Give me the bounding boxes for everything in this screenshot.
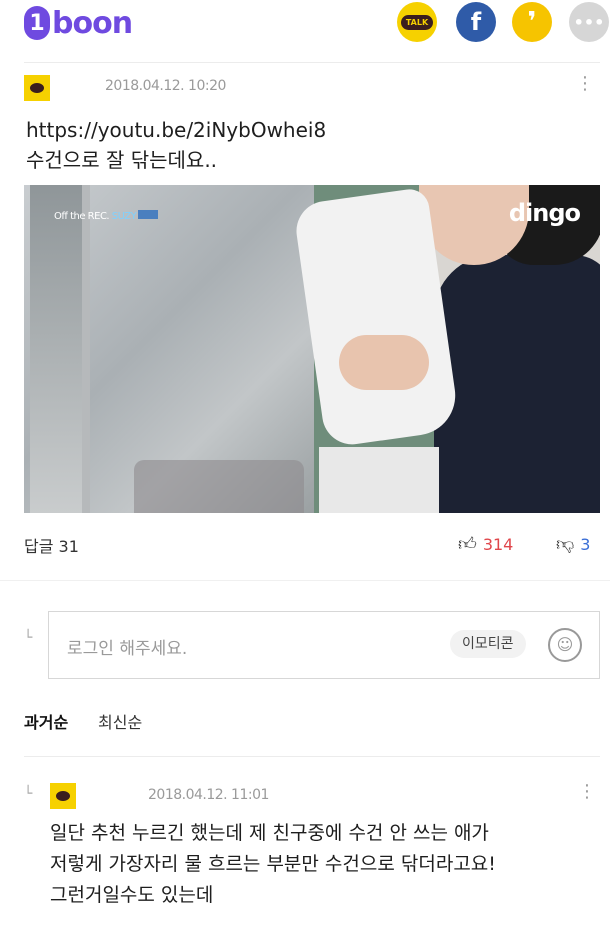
- kakaostory-share-button[interactable]: ❜: [512, 2, 552, 42]
- emoticon-button[interactable]: 이모티콘: [450, 630, 526, 658]
- sort-oldest-tab[interactable]: 과거순: [24, 709, 68, 733]
- speech-bubble-icon: [56, 791, 70, 801]
- reply-arrow-icon: └: [24, 786, 33, 802]
- reply-arrow-icon: └: [24, 630, 33, 646]
- post-timestamp: 2018.04.12. 10:20: [105, 78, 226, 94]
- site-logo[interactable]: 1 boon: [24, 4, 133, 42]
- comment-placeholder: 로그인 해주세요.: [67, 639, 188, 659]
- smile-icon[interactable]: ☺: [548, 628, 582, 662]
- like-count: 314: [482, 534, 514, 554]
- author-avatar: [24, 75, 50, 101]
- logo-text: boon: [52, 5, 133, 41]
- post-text: https://youtu.be/2iNybOwhei8 수건으로 잘 닦는데요…: [26, 118, 327, 172]
- sort-divider: [24, 756, 600, 757]
- dislike-button[interactable]: 👎︎ 3: [556, 533, 590, 555]
- reply-count[interactable]: 답글 31: [24, 533, 79, 557]
- reply-menu-icon[interactable]: ⋮: [578, 783, 596, 801]
- speech-bubble-icon: [30, 83, 44, 93]
- video-brand-watermark: dingo: [508, 199, 581, 227]
- header-divider: [24, 62, 600, 63]
- comment-input[interactable]: 로그인 해주세요. 이모티콘 ☺: [48, 611, 600, 679]
- dislike-count: 3: [580, 534, 591, 554]
- header: 1 boon TALK f ❜ •••: [0, 0, 610, 62]
- kakaotalk-share-button[interactable]: TALK: [397, 2, 437, 42]
- more-share-button[interactable]: •••: [569, 2, 609, 42]
- like-button[interactable]: 👍︎ 314: [458, 533, 513, 555]
- reply-text: 일단 추천 누르긴 했는데 제 친구중에 수건 안 쓰는 애가 저렇게 가장자리…: [50, 822, 496, 906]
- thumbs-up-icon: 👍︎: [458, 534, 477, 555]
- facebook-share-button[interactable]: f: [456, 2, 496, 42]
- more-icon: •••: [573, 12, 605, 32]
- sort-newest-tab[interactable]: 최신순: [98, 709, 142, 733]
- post-menu-icon[interactable]: ⋮: [576, 75, 594, 93]
- reply-timestamp: 2018.04.12. 11:01: [148, 787, 269, 803]
- facebook-icon: f: [470, 8, 482, 36]
- thumbs-down-icon: 👎︎: [556, 534, 575, 555]
- reply-avatar: [50, 783, 76, 809]
- kakaotalk-icon: TALK: [400, 14, 434, 30]
- video-overlay-badge: Off the REC. SUZY: [54, 210, 159, 222]
- logo-mark: 1: [24, 6, 50, 40]
- kakaostory-icon: ❜: [527, 7, 537, 37]
- video-thumbnail[interactable]: Off the REC. SUZY dingo: [24, 185, 600, 513]
